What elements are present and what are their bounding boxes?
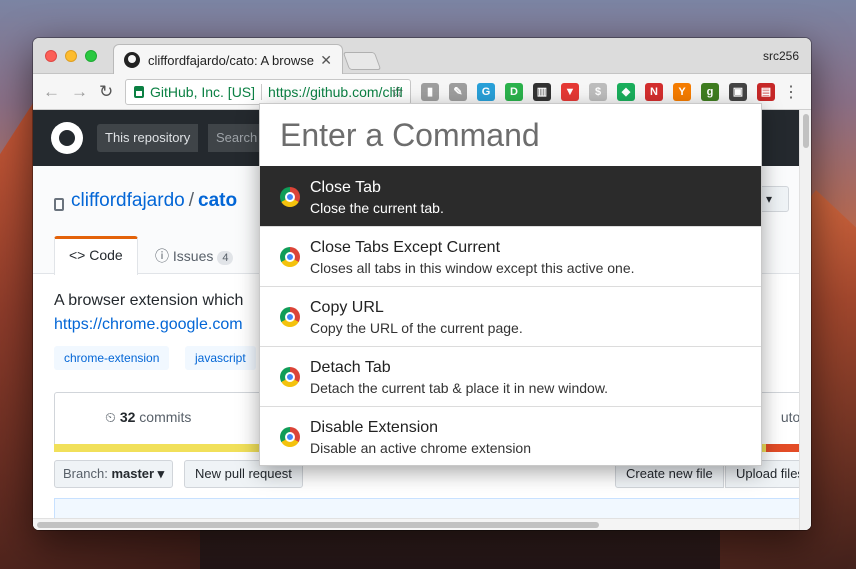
issues-counter: 4 xyxy=(217,251,234,265)
command-title: Disable Extension xyxy=(310,419,439,436)
commits-label: commits xyxy=(139,409,192,425)
repo-description: A browser extension which xyxy=(54,292,244,309)
vertical-scrollbar[interactable] xyxy=(799,110,811,530)
command-item-close-tabs-except-current[interactable]: Close Tabs Except Current Closes all tab… xyxy=(260,226,761,286)
command-item-copy-url[interactable]: Copy URL Copy the URL of the current pag… xyxy=(260,286,761,346)
pocket-green-icon[interactable]: D xyxy=(505,83,523,101)
building-icon[interactable]: ▥ xyxy=(533,83,551,101)
doc-icon[interactable]: ▮ xyxy=(421,83,439,101)
command-description: Detach the current tab & place it in new… xyxy=(310,380,609,396)
topic-tag[interactable]: javascript xyxy=(185,346,256,370)
chrome-icon xyxy=(280,367,300,387)
chrome-icon xyxy=(280,307,300,327)
window-maximize-button[interactable] xyxy=(85,50,97,62)
tab-code[interactable]: <> Code xyxy=(54,236,138,275)
command-item-disable-extension[interactable]: Disable Extension Disable an active chro… xyxy=(260,406,761,465)
command-item-close-tab[interactable]: Close Tab Close the current tab. xyxy=(260,166,761,226)
window-minimize-button[interactable] xyxy=(65,50,77,62)
tab-issues[interactable]: ⓘ Issues 4 xyxy=(155,246,234,266)
pin-icon[interactable]: ✎ xyxy=(449,83,467,101)
chrome-icon xyxy=(280,247,300,267)
repo-homepage-link[interactable]: https://chrome.google.com xyxy=(54,316,243,334)
commits-count: 32 xyxy=(119,409,136,425)
repo-name-link[interactable]: cato xyxy=(198,190,237,211)
browser-menu-icon[interactable]: ⋮ xyxy=(783,82,799,102)
y-icon[interactable]: Y xyxy=(673,83,691,101)
forward-button[interactable]: → xyxy=(71,82,88,102)
g-icon[interactable]: g xyxy=(701,83,719,101)
chrome-icon xyxy=(280,427,300,447)
github-search-input[interactable]: Search xyxy=(207,124,267,152)
command-item-detach-tab[interactable]: Detach Tab Detach the current tab & plac… xyxy=(260,346,761,406)
search-scope-label[interactable]: This repository xyxy=(97,124,199,152)
browser-tab-active[interactable]: cliffordfajardo/cato: A browser ✕ xyxy=(113,44,343,75)
chrome-icon xyxy=(280,187,300,207)
command-title: Close Tabs Except Current xyxy=(310,239,501,256)
repo-owner-link[interactable]: cliffordfajardo xyxy=(71,190,185,211)
issues-label: ⓘ Issues xyxy=(155,248,214,264)
command-palette: Enter a Command Close Tab Close the curr… xyxy=(259,103,762,466)
address-bar[interactable]: GitHub, Inc. [US] https://github.com/cli… xyxy=(125,79,411,105)
dollar-icon[interactable]: $ xyxy=(589,83,607,101)
topic-tag[interactable]: chrome-extension xyxy=(54,346,170,370)
github-logo-icon[interactable] xyxy=(51,122,83,154)
bookmark-star-icon[interactable]: ☆ xyxy=(391,83,404,101)
red-shield-icon[interactable]: ▼ xyxy=(561,83,579,101)
back-button[interactable]: ← xyxy=(43,82,60,102)
repo-slash: / xyxy=(188,190,194,211)
window-close-button[interactable] xyxy=(45,50,57,62)
tab-title: cliffordfajardo/cato: A browser xyxy=(148,52,315,68)
branch-label: Branch: xyxy=(63,466,108,481)
screen-icon[interactable]: ▤ xyxy=(757,83,775,101)
command-description: Disable an active chrome extension xyxy=(310,440,532,456)
address-separator xyxy=(261,84,263,100)
profile-name[interactable]: src256 xyxy=(763,49,799,63)
reload-button[interactable]: ↻ xyxy=(99,82,113,102)
url-text[interactable]: https://github.com/cliffordfajardo/cato xyxy=(268,84,402,100)
horizontal-scroll-thumb[interactable] xyxy=(37,522,599,528)
horizontal-scrollbar[interactable] xyxy=(33,518,799,530)
command-title: Detach Tab xyxy=(310,359,391,376)
lock-icon xyxy=(134,86,144,98)
github-favicon-icon xyxy=(124,52,140,68)
command-title: Copy URL xyxy=(310,299,384,316)
command-description: Close the current tab. xyxy=(310,200,444,216)
secure-origin-label: GitHub, Inc. [US] xyxy=(150,84,256,100)
new-tab-button[interactable] xyxy=(342,52,382,70)
branch-select[interactable]: Branch: master ▾ xyxy=(54,460,174,488)
tab-close-icon[interactable]: ✕ xyxy=(320,52,332,69)
repo-icon xyxy=(54,198,64,211)
cato-icon[interactable]: ▣ xyxy=(729,83,747,101)
command-description: Closes all tabs in this window except th… xyxy=(310,260,635,276)
diamond-icon[interactable]: ◆ xyxy=(617,83,635,101)
red-n-icon[interactable]: N xyxy=(645,83,663,101)
vertical-scroll-thumb[interactable] xyxy=(803,114,809,148)
command-description: Copy the URL of the current page. xyxy=(310,320,523,336)
branch-name: master ▾ xyxy=(111,466,165,481)
command-title: Close Tab xyxy=(310,179,381,196)
repo-title: cliffordfajardo / cato xyxy=(71,190,237,212)
commits-link[interactable]: ⏲ 32 commits xyxy=(105,409,191,426)
command-input[interactable]: Enter a Command xyxy=(280,117,540,154)
translate-icon[interactable]: G xyxy=(477,83,495,101)
tab-strip: cliffordfajardo/cato: A browser ✕ src256 xyxy=(33,38,811,75)
